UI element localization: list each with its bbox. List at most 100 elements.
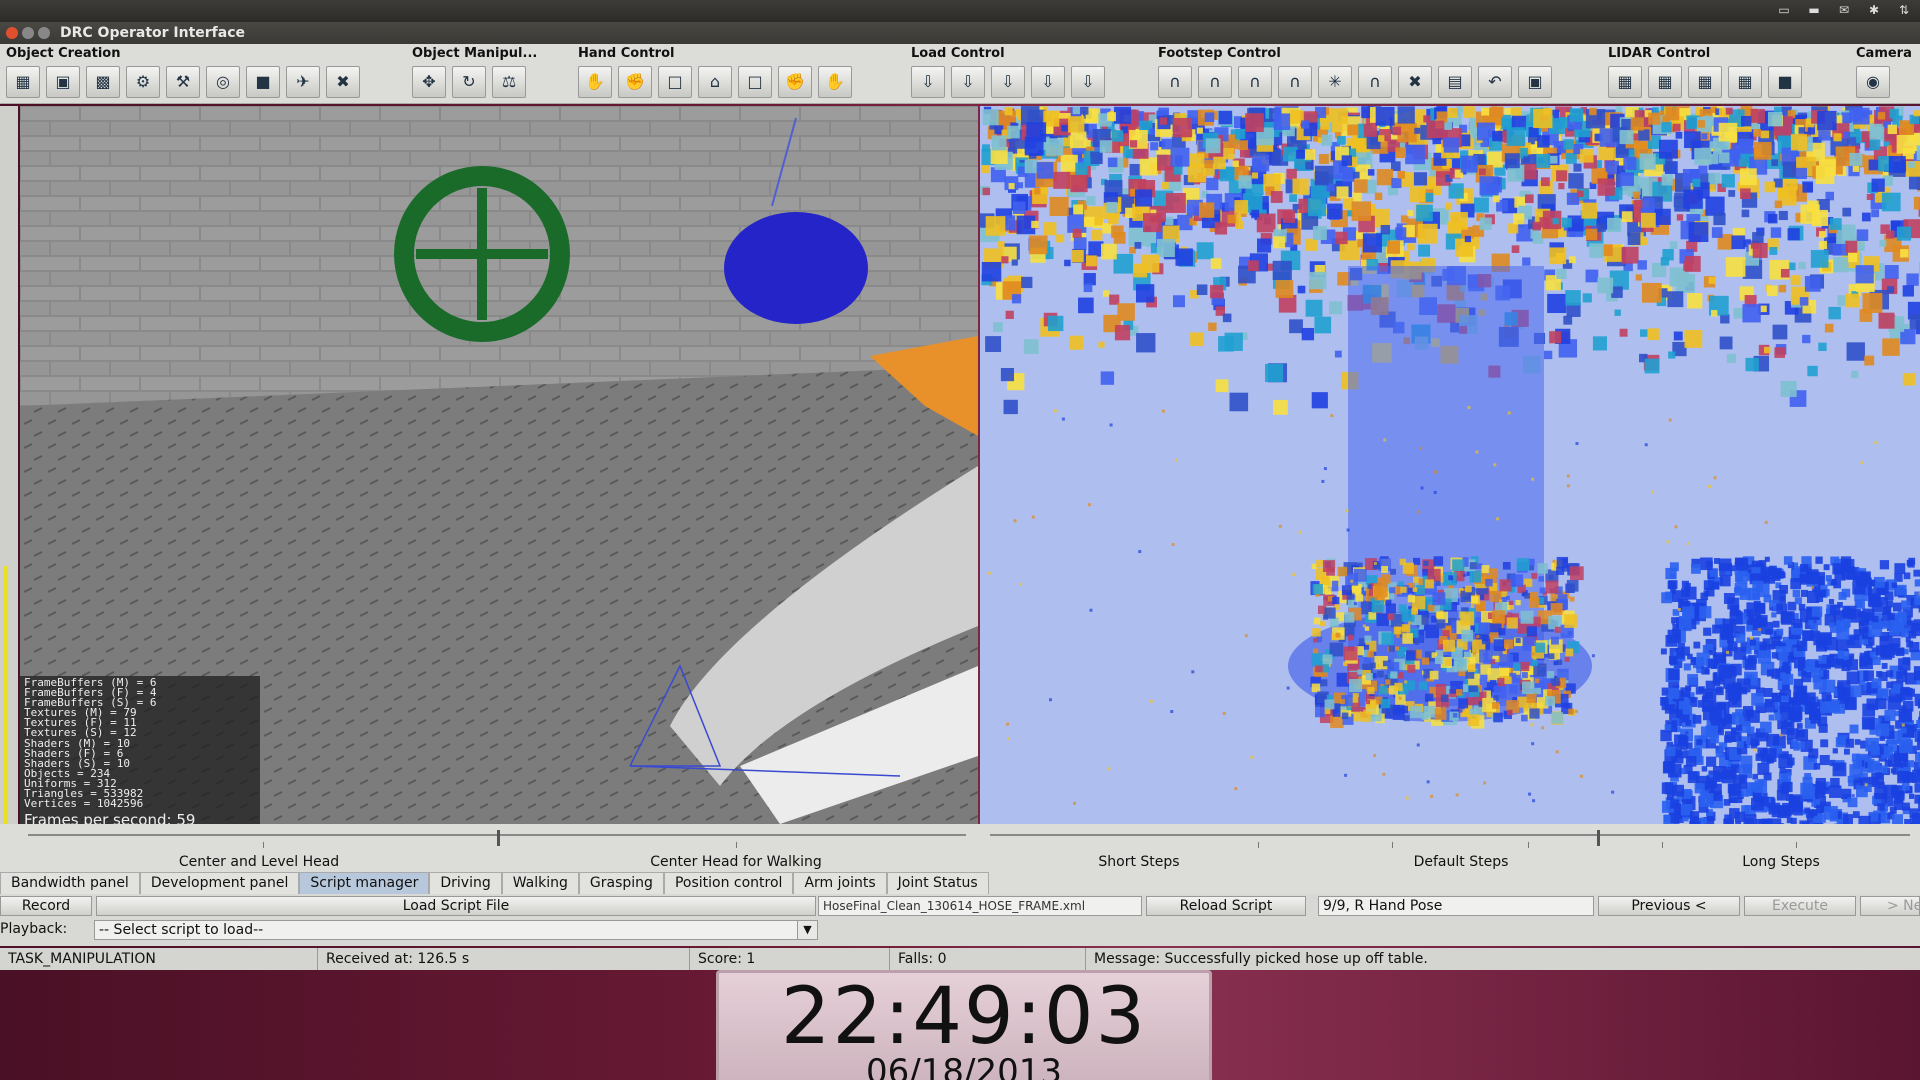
toolbar-button[interactable]: ▤ bbox=[1438, 66, 1472, 98]
toolbar-icon: ⇩ bbox=[1041, 72, 1055, 91]
head-slider-left-label: Center and Level Head bbox=[178, 854, 340, 870]
toolbar-icon: ✈ bbox=[296, 72, 310, 91]
toolbar-button[interactable]: ⚒ bbox=[166, 66, 200, 98]
bluetooth-icon[interactable]: ✱ bbox=[1864, 3, 1884, 17]
toolbar-button[interactable]: ▩ bbox=[86, 66, 120, 98]
toolbar-button[interactable]: ▦ bbox=[1688, 66, 1722, 98]
script-step-field[interactable]: 9/9, R Hand Pose bbox=[1318, 896, 1594, 916]
maximize-window-icon[interactable] bbox=[38, 27, 50, 39]
head-slider-knob[interactable] bbox=[497, 830, 500, 846]
toolbar-group-title: Hand Control bbox=[578, 46, 675, 61]
toolbar-icon: ⌂ bbox=[709, 72, 721, 91]
toolbar-button[interactable]: □ bbox=[738, 66, 772, 98]
script-file-field[interactable]: HoseFinal_Clean_130614_HOSE_FRAME.xml bbox=[818, 896, 1142, 916]
toolbar-button[interactable]: ⇩ bbox=[911, 66, 945, 98]
folder-icon[interactable]: ▭ bbox=[1774, 3, 1794, 17]
toolbar-button[interactable]: ∩ bbox=[1198, 66, 1232, 98]
camera-3d-view[interactable]: FrameBuffers (M) = 6 FrameBuffers (F) = 4… bbox=[20, 106, 978, 824]
execute-button[interactable]: Execute bbox=[1744, 896, 1856, 916]
script-select-dropdown[interactable]: -- Select script to load-- ▼ bbox=[94, 920, 818, 940]
tab-script-manager[interactable]: Script manager bbox=[299, 872, 430, 894]
toolbar-button[interactable]: ✊ bbox=[778, 66, 812, 98]
toolbar-icon: ↻ bbox=[462, 72, 476, 91]
toolbar-icon: ✥ bbox=[422, 72, 436, 91]
stats-line: Vertices = 1042596 bbox=[24, 797, 144, 811]
tab-bandwidth-panel[interactable]: Bandwidth panel bbox=[0, 872, 140, 894]
toolbar-button[interactable]: ✋ bbox=[578, 66, 612, 98]
toolbar-button[interactable]: ⇩ bbox=[951, 66, 985, 98]
toolbar-button[interactable]: ⇩ bbox=[1031, 66, 1065, 98]
mail-icon[interactable]: ✉ bbox=[1834, 3, 1854, 17]
tab-walking[interactable]: Walking bbox=[501, 872, 579, 894]
render-stats-overlay: FrameBuffers (M) = 6 FrameBuffers (F) = 4… bbox=[20, 676, 260, 824]
toolbar-button[interactable]: ✖ bbox=[1398, 66, 1432, 98]
toolbar-button[interactable]: ⇩ bbox=[1071, 66, 1105, 98]
toolbar-button[interactable]: ▦ bbox=[1728, 66, 1762, 98]
toolbar-button[interactable]: ⌂ bbox=[698, 66, 732, 98]
steps-slider[interactable]: Short Steps Default Steps Long Steps bbox=[980, 824, 1920, 872]
toolbar-button[interactable]: ■ bbox=[246, 66, 280, 98]
toolbar-icon: ✳ bbox=[1328, 72, 1342, 91]
toolbar-button[interactable]: ✳ bbox=[1318, 66, 1352, 98]
tab-joint-status[interactable]: Joint Status bbox=[886, 872, 989, 894]
toolbar-button[interactable]: ✊ bbox=[618, 66, 652, 98]
tab-position-control[interactable]: Position control bbox=[663, 872, 794, 894]
minimize-window-icon[interactable] bbox=[22, 27, 34, 39]
toolbar-button[interactable]: ▦ bbox=[1648, 66, 1682, 98]
toolbar-button[interactable]: ✈ bbox=[286, 66, 320, 98]
short-steps-label: Short Steps bbox=[1098, 854, 1180, 870]
previous-button[interactable]: Previous < bbox=[1598, 896, 1740, 916]
reload-script-button[interactable]: Reload Script bbox=[1146, 896, 1306, 916]
toolbar-button[interactable]: ✥ bbox=[412, 66, 446, 98]
next-button[interactable]: > Ne bbox=[1860, 896, 1920, 916]
toolbar-button[interactable]: ◉ bbox=[1856, 66, 1890, 98]
steps-slider-knob[interactable] bbox=[1597, 830, 1601, 846]
tab-grasping[interactable]: Grasping bbox=[578, 872, 664, 894]
toolbar-button[interactable]: ▣ bbox=[46, 66, 80, 98]
network-icon[interactable]: ⇅ bbox=[1894, 3, 1914, 17]
toolbar-button[interactable]: ◎ bbox=[206, 66, 240, 98]
toolbar-button[interactable]: □ bbox=[658, 66, 692, 98]
script-manager-panel: Record Load Script File HoseFinal_Clean_… bbox=[0, 894, 1920, 946]
battery-icon[interactable]: ▬ bbox=[1804, 3, 1824, 17]
toolbar-button[interactable]: ⚖ bbox=[492, 66, 526, 98]
toolbar-icon: ∩ bbox=[1169, 72, 1181, 91]
tab-driving[interactable]: Driving bbox=[429, 872, 502, 894]
head-slider[interactable]: Center and Level Head Center Head for Wa… bbox=[18, 824, 976, 872]
toolbar-icon: ▦ bbox=[1657, 72, 1673, 91]
toolbar-button[interactable]: ↶ bbox=[1478, 66, 1512, 98]
chevron-down-icon[interactable]: ▼ bbox=[797, 921, 817, 939]
left-scrollbar[interactable] bbox=[0, 106, 18, 824]
script-select-value: -- Select script to load-- bbox=[99, 922, 264, 938]
toolbar-icon: ✊ bbox=[625, 72, 645, 91]
toolbar-button[interactable]: ∩ bbox=[1278, 66, 1312, 98]
toolbar-icon: ▦ bbox=[1737, 72, 1753, 91]
lidar-3d-view[interactable] bbox=[980, 106, 1920, 824]
tab-development-panel[interactable]: Development panel bbox=[139, 872, 300, 894]
toolbar-icon: ■ bbox=[255, 72, 271, 91]
toolbar-button[interactable]: ▦ bbox=[1608, 66, 1642, 98]
toolbar-icon: ▣ bbox=[55, 72, 71, 91]
toolbar-button[interactable]: ∩ bbox=[1238, 66, 1272, 98]
toolbar-group-title: LIDAR Control bbox=[1608, 46, 1711, 61]
toolbar-button[interactable]: ✋ bbox=[818, 66, 852, 98]
toolbar-button[interactable]: ∩ bbox=[1358, 66, 1392, 98]
toolbar-button[interactable]: ⇩ bbox=[991, 66, 1025, 98]
toolbar-icon: ▦ bbox=[1617, 72, 1633, 91]
toolbar-group-title: Load Control bbox=[911, 46, 1005, 61]
tab-arm-joints[interactable]: Arm joints bbox=[793, 872, 887, 894]
toolbar-button[interactable]: ⚙ bbox=[126, 66, 160, 98]
toolbar-button[interactable]: ■ bbox=[1768, 66, 1802, 98]
toolbar-button[interactable]: ∩ bbox=[1158, 66, 1192, 98]
toolbar-icon: ✖ bbox=[1408, 72, 1422, 91]
toolbar-icon: □ bbox=[747, 72, 763, 91]
control-sliders: Center and Level Head Center Head for Wa… bbox=[0, 824, 1920, 872]
close-window-icon[interactable] bbox=[6, 27, 18, 39]
toolbar-button[interactable]: ✖ bbox=[326, 66, 360, 98]
toolbar-button[interactable]: ▣ bbox=[1518, 66, 1552, 98]
record-button[interactable]: Record bbox=[0, 896, 92, 916]
toolbar-icon: ✋ bbox=[585, 72, 605, 91]
toolbar-button[interactable]: ▦ bbox=[6, 66, 40, 98]
toolbar-button[interactable]: ↻ bbox=[452, 66, 486, 98]
load-script-button[interactable]: Load Script File bbox=[96, 896, 816, 916]
